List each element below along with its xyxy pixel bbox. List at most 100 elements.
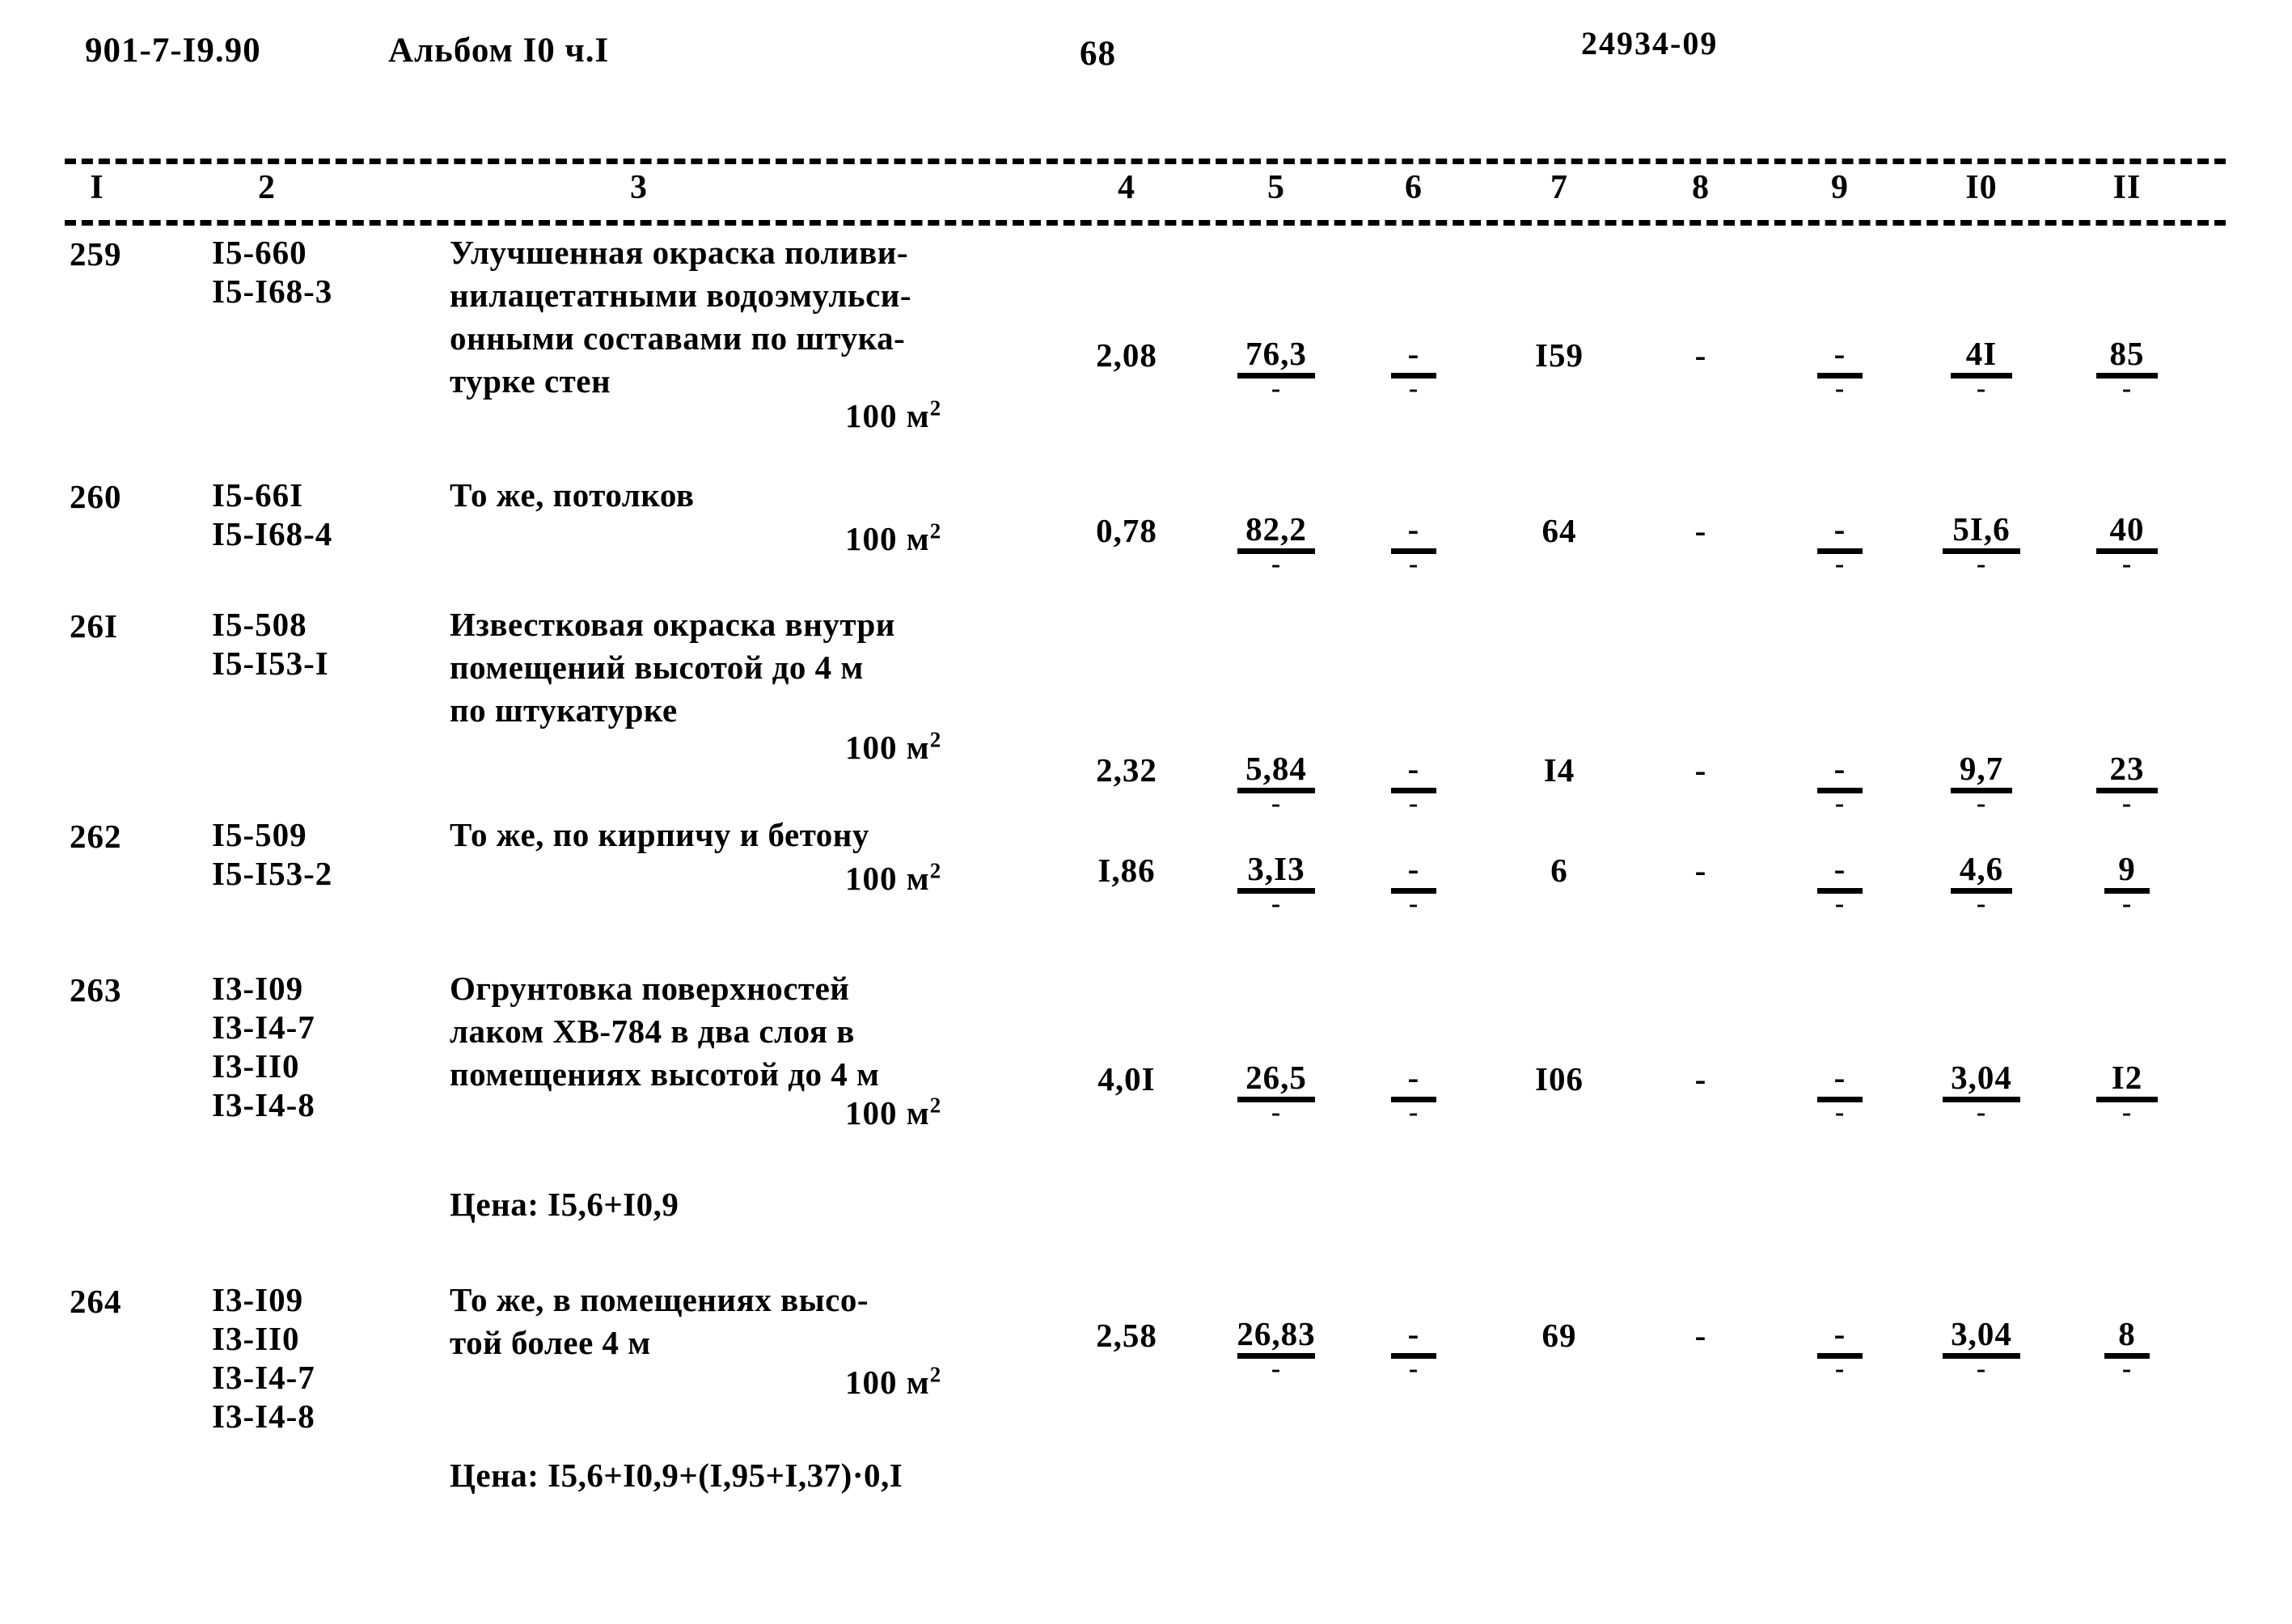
value-col8: - <box>1694 1317 1707 1354</box>
value-col11: 8- <box>2058 1315 2196 1383</box>
row-description: То же, по кирпичу и бетону <box>450 814 1048 856</box>
value-col10: 5I,6- <box>1913 510 2050 579</box>
value-col9: -- <box>1771 335 1909 404</box>
value-col11-numerator: 8 <box>2118 1315 2136 1352</box>
value-col10-numerator: 3,04 <box>1951 1315 2012 1352</box>
album-label: Альбом I0 ч.I <box>388 32 610 70</box>
value-col10-denominator: - <box>1976 1354 1987 1384</box>
description-line: той более 4 м <box>450 1324 651 1361</box>
value-col10: 3,04- <box>1913 1059 2050 1127</box>
table-row: 264 I3-I09 I3-II0 I3-I4-7 I3-I4-8 То же, в по… <box>0 1281 2292 1494</box>
unit-text: 100 м <box>845 1094 930 1131</box>
description-line: То же, в помещениях высо- <box>450 1281 869 1318</box>
value-col9-numerator: - <box>1833 1059 1846 1096</box>
table-row: 26I I5-508 I5-I53-I Известковая окраска вну… <box>0 606 2292 818</box>
value-col6-numerator: - <box>1407 1315 1420 1352</box>
value-col9: -- <box>1771 1316 1909 1384</box>
column-header-9: 9 <box>1831 169 1849 206</box>
value-col6-numerator: - <box>1407 850 1420 887</box>
column-header-7: 7 <box>1550 169 1568 206</box>
norm-code: I3-I4-8 <box>212 1086 315 1123</box>
value-col5: 3,I3- <box>1207 850 1345 919</box>
description-line: онными составами по штука- <box>450 319 906 357</box>
value-col4: 0,78 <box>1096 512 1157 549</box>
value-col9: -- <box>1771 750 1909 818</box>
unit-of-measure: 100 м2 <box>845 1093 941 1132</box>
unit-text: 100 м <box>845 729 930 766</box>
norm-code: I5-I53-I <box>212 645 329 682</box>
norm-code: I3-I4-7 <box>212 1009 315 1046</box>
value-col5: 5,84- <box>1207 750 1345 818</box>
description-line: лаком ХВ-784 в два слоя в <box>450 1013 855 1050</box>
value-col11-denominator: - <box>2121 374 2133 404</box>
page-number: 68 <box>1080 35 1116 73</box>
unit-exponent: 2 <box>929 518 942 543</box>
value-col6-numerator: - <box>1407 1059 1420 1096</box>
table-top-rule <box>65 159 2226 164</box>
value-col10-numerator: 3,04 <box>1951 1059 2012 1096</box>
value-col11-numerator: 9 <box>2118 850 2136 887</box>
description-line: То же, потолков <box>450 476 695 514</box>
value-col9-numerator: - <box>1833 750 1846 787</box>
value-col5-denominator: - <box>1271 1354 1282 1384</box>
unit-exponent: 2 <box>929 395 942 421</box>
norm-code: I5-508 <box>212 606 307 643</box>
norm-code: I3-I4-7 <box>212 1359 315 1396</box>
value-col6: -- <box>1345 1315 1482 1384</box>
value-col5-numerator: 76,3 <box>1245 335 1307 372</box>
value-col9-denominator: - <box>1834 374 1846 404</box>
unit-exponent: 2 <box>929 1093 942 1118</box>
description-line: Улучшенная окраска поливи- <box>450 234 909 271</box>
value-col5-numerator: 3,I3 <box>1247 850 1305 887</box>
unit-of-measure: 100 м2 <box>845 728 941 767</box>
value-col9-denominator: - <box>1834 1354 1846 1384</box>
value-col5-denominator: - <box>1271 889 1282 919</box>
value-col6-denominator: - <box>1408 1097 1419 1127</box>
value-col8: - <box>1694 1060 1707 1097</box>
row-description: Известковая окраска внутри помещений высо… <box>450 603 1048 732</box>
value-col4: 2,08 <box>1096 336 1157 374</box>
value-col6-numerator: - <box>1407 510 1420 548</box>
value-col5-denominator: - <box>1271 549 1282 579</box>
value-col6-denominator: - <box>1408 789 1419 818</box>
value-col10-denominator: - <box>1976 1097 1987 1127</box>
unit-of-measure: 100 м2 <box>845 519 941 558</box>
description-line: помещений высотой до 4 м <box>450 649 864 686</box>
norm-code: I5-509 <box>212 816 307 853</box>
description-line: турке стен <box>450 362 611 400</box>
row-position-number: 26I <box>70 607 118 645</box>
value-col10-numerator: 5I,6 <box>1952 510 2011 548</box>
description-line: Огрунтовка поверхностей <box>450 970 850 1007</box>
unit-text: 100 м <box>845 520 930 557</box>
value-col10-denominator: - <box>1976 789 1987 818</box>
norm-code: I3-II0 <box>212 1047 300 1085</box>
value-col8: - <box>1694 512 1707 549</box>
row-description: Улучшенная окраска поливи-нилацетатными … <box>450 231 1048 403</box>
value-col6-denominator: - <box>1408 549 1419 579</box>
value-col5-numerator: 82,2 <box>1245 510 1307 548</box>
value-col9-numerator: - <box>1833 335 1846 372</box>
value-col5-denominator: - <box>1271 789 1282 818</box>
row-position-number: 259 <box>70 235 122 273</box>
description-line: помещениях высотой до 4 м <box>450 1055 880 1093</box>
value-col5-numerator: 5,84 <box>1245 750 1307 787</box>
row-description: Огрунтовка поверхностей лаком ХВ-784 в дв… <box>450 967 1048 1096</box>
description-line: То же, по кирпичу и бетону <box>450 816 869 853</box>
value-col6-denominator: - <box>1408 1354 1419 1384</box>
value-col5: 76,3- <box>1207 335 1345 403</box>
value-col10-denominator: - <box>1976 549 1987 579</box>
value-col9-denominator: - <box>1834 789 1846 818</box>
norm-code: I5-I53-2 <box>212 855 333 892</box>
unit-text: 100 м <box>845 1364 930 1401</box>
value-col11-denominator: - <box>2121 1097 2133 1127</box>
column-header-6: 6 <box>1405 169 1423 206</box>
value-col6: -- <box>1345 1059 1482 1127</box>
value-col6-denominator: - <box>1408 374 1419 404</box>
value-col10-numerator: 4,6 <box>1959 850 2004 887</box>
norm-code: I3-I4-8 <box>212 1398 315 1435</box>
column-header-1: I <box>90 169 104 206</box>
value-col10-denominator: - <box>1976 889 1987 919</box>
description-line: по штукатурке <box>450 691 678 729</box>
row-norm-codes: I5-66I I5-I68-4 <box>212 476 455 553</box>
value-col8: - <box>1694 336 1707 374</box>
